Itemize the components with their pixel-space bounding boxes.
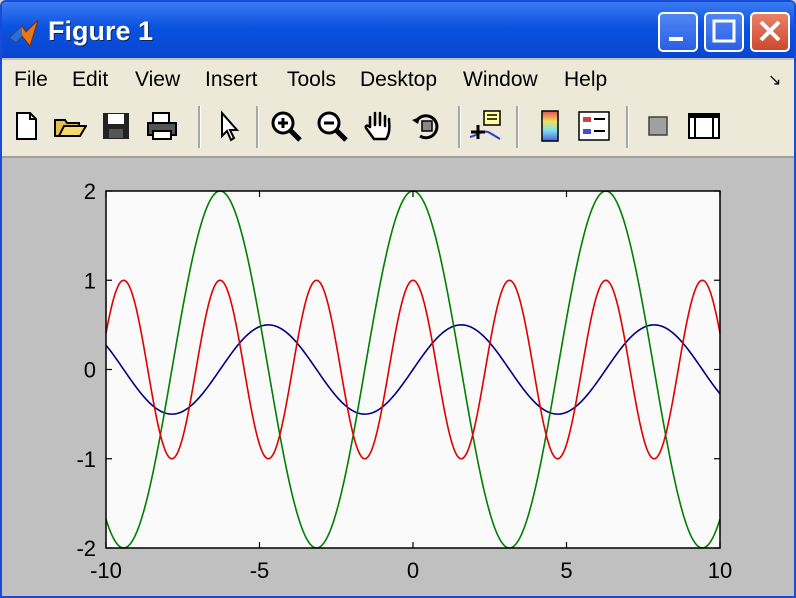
pan-hand-icon	[364, 111, 391, 141]
open-file-button[interactable]	[52, 108, 88, 144]
x-tick-label: 5	[560, 558, 572, 583]
toolbar	[2, 100, 794, 158]
zoom-out-button[interactable]	[314, 108, 350, 144]
matlab-logo-icon	[9, 19, 39, 48]
x-tick-label: -5	[250, 558, 270, 583]
show-plot-tools-button[interactable]	[686, 108, 722, 144]
edit-plot-arrow-icon	[221, 110, 240, 142]
y-tick-label: 2	[84, 179, 96, 204]
print-button[interactable]	[144, 108, 180, 144]
figure-canvas[interactable]: -10 -5 0 5 10 2 1 0 -1 -2	[2, 158, 794, 596]
y-tick-label: -2	[76, 536, 96, 561]
zoom-out-icon	[317, 111, 348, 142]
close-icon	[759, 20, 781, 42]
save-icon	[103, 113, 129, 139]
window-title: Figure 1	[48, 16, 154, 46]
hide-plot-tools-button[interactable]	[640, 108, 676, 144]
print-icon	[147, 112, 177, 140]
title-bar[interactable]: Figure 1	[2, 2, 794, 58]
menu-tools[interactable]: Tools	[287, 68, 336, 92]
edit-plot-button[interactable]	[210, 108, 246, 144]
insert-colorbar-button[interactable]	[532, 108, 568, 144]
new-figure-icon	[16, 112, 37, 140]
close-button[interactable]	[750, 12, 790, 52]
x-tick-label: 0	[407, 558, 419, 583]
rotate-3d-button[interactable]	[408, 108, 444, 144]
dock-arrow-icon[interactable]: ↘	[768, 70, 781, 90]
x-tick-label: 10	[708, 558, 732, 583]
show-plot-tools-icon	[688, 113, 720, 139]
open-file-icon	[54, 119, 87, 137]
new-figure-button[interactable]	[8, 108, 44, 144]
menu-insert[interactable]: Insert	[205, 68, 258, 92]
zoom-in-icon	[271, 111, 302, 142]
rotate-3d-icon	[412, 114, 439, 140]
plot-svg: -10 -5 0 5 10210-1-2	[76, 179, 732, 583]
y-tick-label: 0	[84, 358, 96, 383]
insert-colorbar-icon	[541, 110, 559, 142]
menu-view[interactable]: View	[135, 68, 180, 92]
minimize-button[interactable]	[658, 12, 698, 52]
menu-help[interactable]: Help	[564, 68, 607, 92]
maximize-icon	[712, 19, 736, 43]
data-cursor-icon	[469, 110, 501, 140]
toolbar-separator	[516, 106, 519, 148]
pan-button[interactable]	[360, 108, 396, 144]
x-tick-label: -10	[90, 558, 122, 583]
save-button[interactable]	[98, 108, 134, 144]
menu-desktop[interactable]: Desktop	[360, 68, 437, 92]
zoom-in-button[interactable]	[268, 108, 304, 144]
menu-edit[interactable]: Edit	[72, 68, 108, 92]
toolbar-separator	[458, 106, 461, 148]
menu-bar: File Edit View Insert Tools Desktop Wind…	[2, 60, 794, 100]
menu-file[interactable]: File	[14, 68, 48, 92]
toolbar-separator	[198, 106, 201, 148]
data-cursor-button[interactable]	[468, 108, 504, 144]
hide-plot-tools-icon	[648, 116, 668, 136]
toolbar-separator	[256, 106, 259, 148]
y-tick-label: -1	[76, 447, 96, 472]
insert-legend-icon	[578, 111, 610, 141]
menu-window[interactable]: Window	[463, 68, 538, 92]
figure-window: Figure 1 File Edit View Insert Tools Des…	[0, 0, 796, 598]
minimize-icon	[669, 37, 683, 41]
toolbar-separator	[626, 106, 629, 148]
insert-legend-button[interactable]	[576, 108, 612, 144]
maximize-button[interactable]	[704, 12, 744, 52]
y-tick-label: 1	[84, 268, 96, 293]
